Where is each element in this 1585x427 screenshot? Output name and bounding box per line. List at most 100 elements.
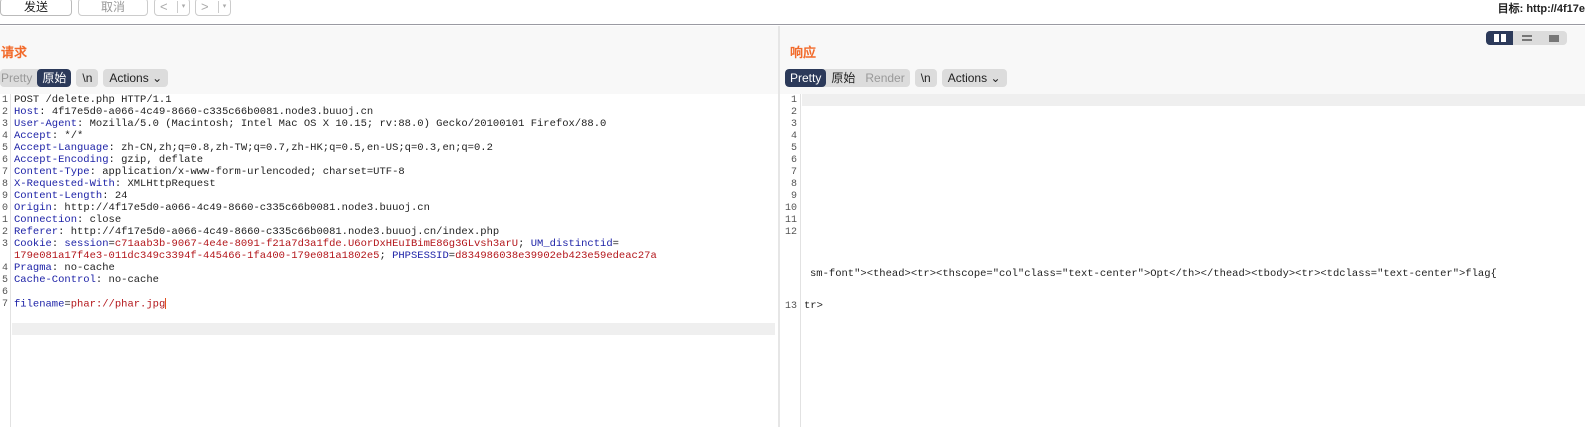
code-line: Content-Type: application/x-www-form-url… xyxy=(14,166,657,178)
single-tab-icon[interactable] xyxy=(1540,31,1567,45)
header-name: Connection xyxy=(14,214,78,226)
forward-button[interactable]: > ▾ xyxy=(195,0,231,16)
code-line: Host: 4f17e5d0-a066-4c49-8660-c335c66b00… xyxy=(14,106,657,118)
line-number: 11 xyxy=(784,215,797,226)
request-editor[interactable]: 12345678901234567 POST /delete.php HTTP/… xyxy=(0,94,778,427)
text-caret xyxy=(165,298,167,309)
cookie-name: UM_distinctid xyxy=(530,238,613,250)
request-panel: 请求 Pretty 原始 \n Actions ⌄ 12345678901234… xyxy=(0,26,778,427)
header-name: Origin xyxy=(14,202,52,214)
cookie-name: PHPSESSID xyxy=(392,250,449,262)
line-number: 6 xyxy=(1,287,8,298)
tab-raw[interactable]: 原始 xyxy=(826,69,860,87)
line-number: 1 xyxy=(1,95,8,106)
header-value: XMLHttpRequest xyxy=(121,178,216,190)
header-value: application/x-www-form-urlencoded; chars… xyxy=(95,166,405,178)
target-label[interactable]: 目标: http://4f17e xyxy=(1498,0,1585,16)
line-number: 12 xyxy=(784,227,797,238)
code-line: X-Requested-With: XMLHttpRequest xyxy=(14,178,657,190)
header-value: zh-CN,zh;q=0.8,zh-TW;q=0.7,zh-HK;q=0.5,e… xyxy=(114,142,493,154)
code-line: Accept-Encoding: gzip, deflate xyxy=(14,154,657,166)
line-number: 3 xyxy=(1,239,8,250)
response-panel: 响应 Pretty 原始 Render \n Actions ⌄ 1234567… xyxy=(780,26,1585,427)
chevron-left-icon: < xyxy=(160,0,168,14)
code-line: Connection: close xyxy=(14,214,657,226)
dropdown-icon[interactable]: ▾ xyxy=(177,1,189,13)
current-line-highlight xyxy=(802,94,1585,106)
chevron-down-icon: ⌄ xyxy=(152,71,163,85)
line-number: 5 xyxy=(1,275,8,286)
response-line-12[interactable]: sm-font"><thead><tr><thscope="col"class=… xyxy=(810,268,1497,280)
line-number: 8 xyxy=(1,179,8,190)
request-title: 请求 xyxy=(1,45,28,60)
cookie-value: c71aab3b-9067-4e4e-8091-f21a7d3a1fde.U6o… xyxy=(114,238,519,250)
header-value: Mozilla/5.0 (Macintosh; Intel Mac OS X 1… xyxy=(83,118,607,130)
sep: ; xyxy=(379,250,393,262)
header-name: Cookie xyxy=(14,238,52,250)
sep: ; xyxy=(518,238,531,250)
header-name: Referer xyxy=(14,226,59,238)
body-line: filename=phar://phar.jpg xyxy=(14,298,657,310)
chevron-down-icon: ⌄ xyxy=(990,71,1001,85)
line-number: 1 xyxy=(790,95,797,106)
response-line-13[interactable]: tr> xyxy=(804,300,823,312)
header-name: User-Agent xyxy=(14,118,78,130)
tab-render[interactable]: Render xyxy=(860,69,909,87)
line-number: 6 xyxy=(790,155,797,166)
header-name: Pragma xyxy=(14,262,52,274)
code-line: Cache-Control: no-cache xyxy=(14,274,657,286)
response-editor[interactable]: 1 2 3 4 5 6 7 8 9 10 11 12 13 sm-font"><thead><tr><t… xyxy=(780,94,1585,427)
chevron-right-icon: > xyxy=(201,0,209,14)
cookie-line-wrap: 179e081a17f4e3-011dc349c3394f-445466-1fa… xyxy=(14,250,657,262)
code-line: Content-Length: 24 xyxy=(14,190,657,202)
line-number: 13 xyxy=(784,301,797,312)
eq: = xyxy=(612,238,619,250)
stacked-icon[interactable] xyxy=(1513,31,1540,45)
dropdown-icon[interactable]: ▾ xyxy=(218,1,230,13)
line-number: 2 xyxy=(1,227,8,238)
colon: : xyxy=(51,238,65,250)
header-name: Host xyxy=(14,106,40,118)
actions-label: Actions xyxy=(109,71,149,85)
cancel-button[interactable]: 取消 xyxy=(78,0,148,16)
code-line: Origin: http://4f17e5d0-a066-4c49-8660-c… xyxy=(14,202,657,214)
header-value: */* xyxy=(58,130,84,142)
line-number: 2 xyxy=(1,107,8,118)
header-value: no-cache xyxy=(102,274,159,286)
header-value: close xyxy=(83,214,122,226)
line-number: 9 xyxy=(1,191,8,202)
line-number: 5 xyxy=(790,143,797,154)
back-button[interactable]: < ▾ xyxy=(154,0,190,16)
line-number: 0 xyxy=(1,203,8,214)
send-button[interactable]: 发送 xyxy=(0,0,72,16)
header-name: Accept xyxy=(14,130,52,142)
param-value: phar://phar.jpg xyxy=(70,298,166,311)
request-text[interactable]: POST /delete.php HTTP/1.1 Host: 4f17e5d0-… xyxy=(14,94,657,310)
cookie-value: 179e081a17f4e3-011dc349c3394f-445466-1fa… xyxy=(14,250,380,262)
header-name: Content-Type xyxy=(14,166,90,178)
newline-toggle[interactable]: \n xyxy=(76,69,99,87)
param-name: filename xyxy=(14,298,65,311)
tab-raw[interactable]: 原始 xyxy=(37,69,72,87)
top-toolbar: 发送 取消 < ▾ > ▾ 目标: http://4f17e xyxy=(0,0,1585,25)
header-name: X-Requested-With xyxy=(14,178,115,190)
line-number: 3 xyxy=(790,119,797,130)
header-value: 4f17e5d0-a066-4c49-8660-c335c66b0081.nod… xyxy=(45,106,374,118)
header-name: Accept-Encoding xyxy=(14,154,109,166)
tab-pretty[interactable]: Pretty xyxy=(0,69,37,87)
code-line: POST /delete.php HTTP/1.1 xyxy=(14,94,172,106)
line-number: 4 xyxy=(1,263,8,274)
side-by-side-icon[interactable] xyxy=(1486,31,1513,45)
actions-button[interactable]: Actions ⌄ xyxy=(103,69,169,87)
line-number: 4 xyxy=(790,131,797,142)
response-title: 响应 xyxy=(790,45,817,60)
actions-button[interactable]: Actions ⌄ xyxy=(941,69,1007,87)
header-value: http://4f17e5d0-a066-4c49-8660-c335c66b0… xyxy=(58,202,430,214)
code-line: Accept: */* xyxy=(14,130,657,142)
line-number: 1 xyxy=(1,215,8,226)
line-number: 2 xyxy=(790,107,797,118)
code-line: Referer: http://4f17e5d0-a066-4c49-8660-… xyxy=(14,226,657,238)
tab-pretty[interactable]: Pretty xyxy=(785,69,827,87)
newline-toggle[interactable]: \n xyxy=(914,69,937,87)
header-value: gzip, deflate xyxy=(114,154,204,166)
